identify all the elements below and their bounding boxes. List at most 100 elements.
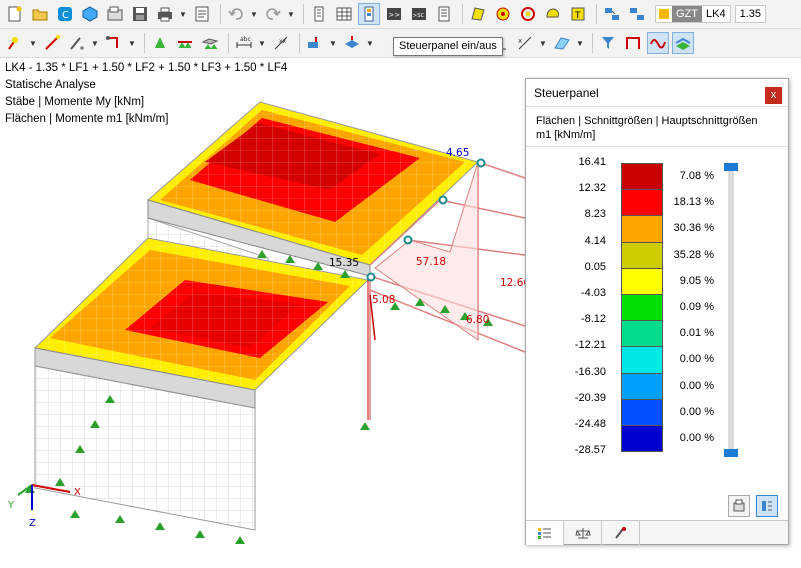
print-dropdown-icon[interactable]: ▼: [179, 3, 187, 25]
value-label: 15.35: [329, 257, 359, 269]
legend-value: -24.48: [574, 418, 606, 430]
data-navigator-icon[interactable]: [308, 3, 330, 25]
legend-swatch: [621, 398, 663, 426]
load-case-selector[interactable]: GZT LK4: [655, 5, 731, 23]
node-icon[interactable]: [4, 32, 26, 54]
shape-icon[interactable]: [542, 3, 564, 25]
legend-swatch: [621, 346, 663, 374]
tooltip: Steuerpanel ein/aus: [393, 37, 503, 56]
result-filter-icon[interactable]: x: [514, 32, 536, 54]
target-icon[interactable]: [517, 3, 539, 25]
legend-value: 12.32: [578, 182, 606, 195]
results-compare-icon[interactable]: [626, 3, 648, 25]
panel-scale-button[interactable]: [756, 495, 778, 517]
member-dropdown-icon[interactable]: ▼: [91, 32, 99, 54]
panel-close-button[interactable]: x: [765, 87, 782, 104]
load-case-label: LK4: [706, 8, 726, 20]
slider-top-handle: [724, 163, 738, 171]
cloud-icon[interactable]: C: [54, 3, 76, 25]
legend-percent: 7.08 %: [679, 170, 714, 182]
results-icon[interactable]: [601, 3, 623, 25]
tab-factors[interactable]: [564, 521, 602, 545]
line-icon[interactable]: [41, 32, 63, 54]
value-label: 57.18: [416, 256, 446, 268]
main-toolbar: C ▼ ▼ ▼ >> >SC T GZT LK4 1.35: [0, 0, 801, 29]
line-support-icon[interactable]: [174, 32, 196, 54]
legend-value: 0.05: [584, 260, 606, 273]
model-icon[interactable]: [79, 3, 101, 25]
surface-results-icon[interactable]: [672, 32, 694, 54]
dimension-dropdown-icon[interactable]: ▼: [258, 32, 266, 54]
legend-value: 4.14: [584, 234, 606, 247]
result-curve-icon[interactable]: [647, 32, 669, 54]
surface-icon[interactable]: [467, 3, 489, 25]
undo-icon[interactable]: [225, 3, 247, 25]
model-viewport[interactable]: 4.65 15.35 57.18 12.66 5.08 6.80 X Y Z: [0, 90, 525, 560]
panel-subtitle: Flächen | Schnittgrößen | Hauptschnittgr…: [536, 115, 758, 127]
panel-subtitle-block: Flächen | Schnittgrößen | Hauptschnittgr…: [526, 107, 788, 147]
open-folder-icon[interactable]: [29, 3, 51, 25]
control-panel-toggle-icon[interactable]: [358, 3, 380, 25]
filter-icon[interactable]: [597, 32, 619, 54]
panel-unit: m1 [kNm/m]: [536, 129, 596, 141]
axis-x-label: X: [74, 487, 81, 498]
tab-settings[interactable]: [602, 521, 640, 545]
tables-icon[interactable]: [333, 3, 355, 25]
text-icon[interactable]: T: [567, 3, 589, 25]
control-panel: Steuerpanel x Flächen | Schnittgrößen | …: [525, 78, 789, 545]
script-icon[interactable]: >SC: [408, 3, 430, 25]
save-icon[interactable]: [129, 3, 151, 25]
panel-title: Steuerpanel: [526, 79, 788, 107]
legend-value: -28.57: [574, 444, 606, 457]
svg-text:xx: xx: [279, 38, 287, 45]
report-icon[interactable]: [191, 3, 213, 25]
print-icon[interactable]: [154, 3, 176, 25]
support-icon[interactable]: [149, 32, 171, 54]
panel-settings-button[interactable]: [728, 495, 750, 517]
axis-y-label: Y: [7, 500, 15, 511]
deformation-dropdown-icon[interactable]: ▼: [576, 32, 584, 54]
slider-bottom-handle: [724, 449, 738, 457]
redo-dropdown-icon[interactable]: ▼: [287, 3, 295, 25]
result-filter-dropdown-icon[interactable]: ▼: [539, 32, 547, 54]
legend-swatch: [621, 189, 663, 217]
legend-percent: 0.09 %: [679, 301, 714, 313]
load-dropdown-icon[interactable]: ▼: [329, 32, 337, 54]
legend-percent: 18.13 %: [673, 196, 714, 209]
legend-value: -4.03: [580, 287, 606, 299]
load-case-badge: GZT: [672, 6, 702, 22]
member-line-icon[interactable]: [66, 32, 88, 54]
factor-field[interactable]: 1.35: [734, 5, 766, 23]
xx-icon[interactable]: xx: [270, 32, 292, 54]
node-dropdown-icon[interactable]: ▼: [29, 32, 37, 54]
dimension-icon[interactable]: abc: [233, 32, 255, 54]
console-icon[interactable]: >>: [383, 3, 405, 25]
surface-load-icon[interactable]: [341, 32, 363, 54]
legend-swatch: [621, 372, 663, 400]
panel-tabs: [526, 520, 788, 545]
range-slider[interactable]: [724, 163, 738, 457]
value-label: 6.80: [466, 314, 489, 326]
legend-percent: 35.28 %: [673, 248, 714, 261]
tab-color-scale[interactable]: [526, 521, 564, 545]
surface-support-icon[interactable]: [199, 32, 221, 54]
member-icon[interactable]: [492, 3, 514, 25]
polyline-dropdown-icon[interactable]: ▼: [128, 32, 136, 54]
list-icon[interactable]: [433, 3, 455, 25]
legend-swatch: [621, 294, 663, 322]
new-model-icon[interactable]: [4, 3, 26, 25]
value-label: 5.08: [372, 294, 395, 306]
open-model-icon[interactable]: [104, 3, 126, 25]
redo-icon[interactable]: [262, 3, 284, 25]
frame-icon[interactable]: [622, 32, 644, 54]
undo-dropdown-icon[interactable]: ▼: [250, 3, 258, 25]
polyline-icon[interactable]: [103, 32, 125, 54]
legend-swatch: [621, 241, 663, 269]
surface-load-dropdown-icon[interactable]: ▼: [366, 32, 374, 54]
deformation-icon[interactable]: [551, 32, 573, 54]
legend-value: -12.21: [574, 339, 606, 352]
legend-percent: 30.36 %: [673, 222, 714, 235]
factor-value: 1.35: [739, 8, 761, 20]
load-icon[interactable]: [304, 32, 326, 54]
legend-percent: 0.00 %: [679, 432, 714, 444]
